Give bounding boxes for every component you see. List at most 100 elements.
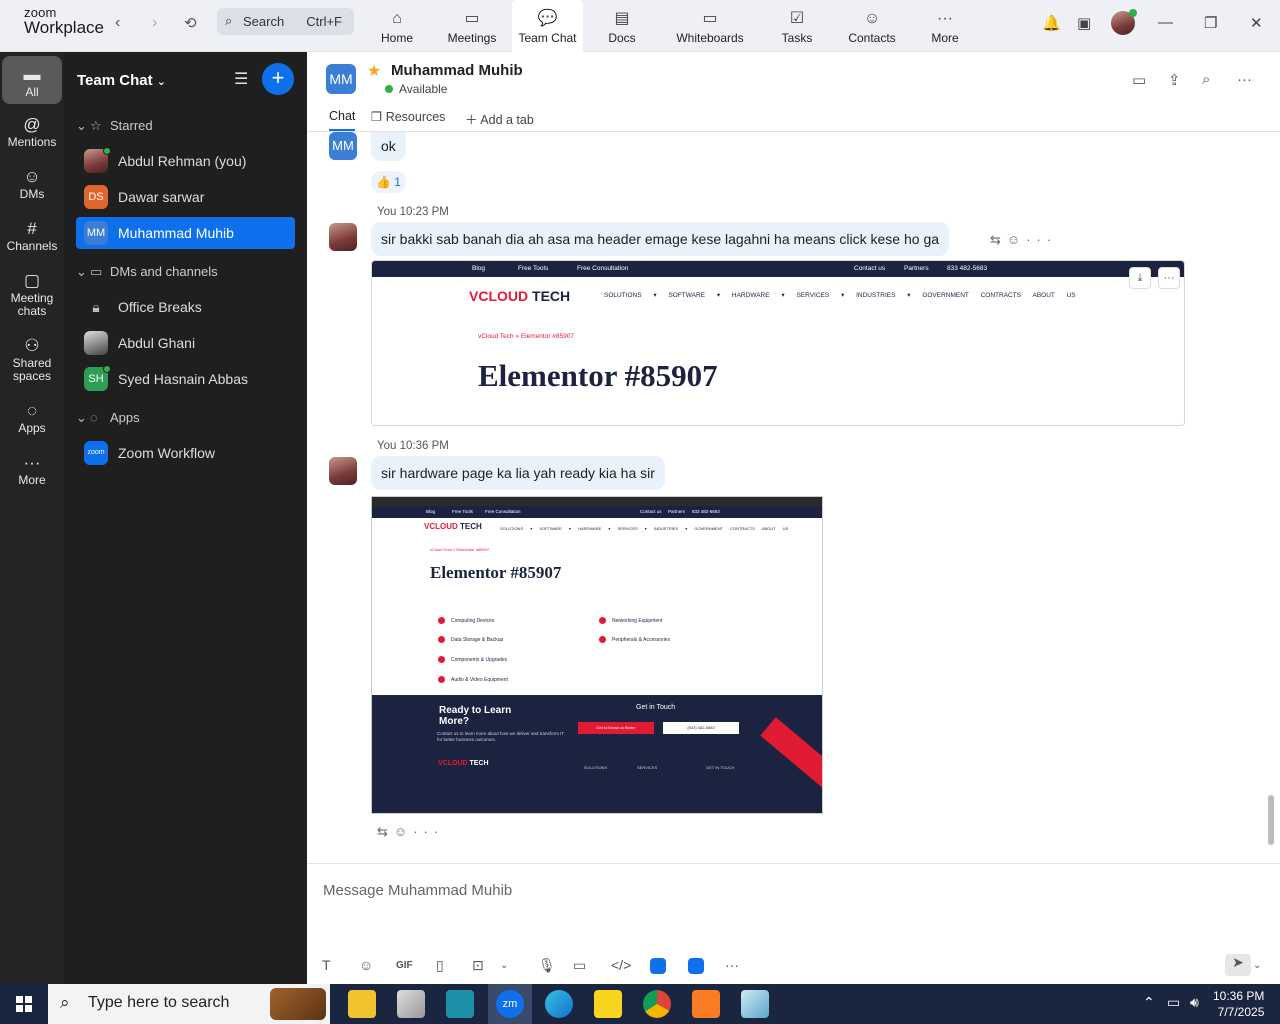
calendar-icon[interactable]: ▣ bbox=[1077, 14, 1091, 32]
rail-meeting-chats[interactable]: ▢ Meeting chats bbox=[2, 270, 62, 318]
message-input[interactable]: Message Muhammad Muhib bbox=[323, 882, 512, 899]
file-explorer-icon[interactable] bbox=[348, 990, 376, 1018]
reply-icon[interactable]: ⇆ bbox=[377, 824, 394, 839]
more-icon[interactable]: ··· bbox=[725, 957, 739, 973]
rail-apps[interactable]: ◌ Apps bbox=[2, 400, 62, 435]
hash-icon: # bbox=[27, 219, 37, 238]
video-message-icon[interactable]: ▭ bbox=[573, 957, 586, 974]
rail-more[interactable]: ··· More bbox=[2, 452, 62, 487]
section-dms-channels[interactable]: ⌄ ▭ DMs and channels bbox=[76, 264, 218, 280]
close-icon[interactable]: ✕ bbox=[1250, 14, 1263, 32]
tab-meetings[interactable]: ▭ Meetings bbox=[440, 0, 504, 52]
message-bubble[interactable]: sir hardware page ka lia yah ready kia h… bbox=[371, 456, 665, 490]
rail-dms[interactable]: ☺ DMs bbox=[2, 166, 62, 201]
tab-add[interactable]: ＋ Add a tab bbox=[465, 109, 534, 128]
system-clock[interactable]: 10:36 PM 7/7/2025 bbox=[1213, 988, 1264, 1020]
sidebar-item-abdul-ghani[interactable]: Abdul Ghani bbox=[76, 327, 295, 359]
app-icon[interactable] bbox=[446, 990, 474, 1018]
reply-icon[interactable]: ⇆ bbox=[990, 232, 1007, 247]
edge-icon[interactable] bbox=[545, 990, 573, 1018]
section-apps[interactable]: ⌄ ◌ Apps bbox=[76, 410, 140, 426]
message-bubble[interactable]: sir bakki sab banah dia ah asa ma header… bbox=[371, 222, 950, 256]
bell-icon[interactable]: 🔔 bbox=[1042, 14, 1061, 32]
rail-shared-spaces[interactable]: ⚇ Shared spaces bbox=[2, 335, 62, 383]
sidebar-item-dawar-sarwar[interactable]: DS Dawar sarwar bbox=[76, 181, 295, 213]
microphone-icon[interactable]: 🎙︎ bbox=[538, 957, 556, 974]
emoji-icon[interactable]: ☺ bbox=[359, 957, 373, 973]
file-icon[interactable]: ▯ bbox=[436, 957, 444, 974]
sidebar-item-abdul-rehman[interactable]: Abdul Rehman (you) bbox=[76, 145, 295, 177]
rail-channels[interactable]: # Channels bbox=[2, 218, 62, 253]
chevron-down-icon[interactable]: ⌄ bbox=[1253, 960, 1261, 971]
more-icon[interactable]: ··· bbox=[1026, 232, 1057, 247]
share-screen-icon[interactable]: ⇪ bbox=[1168, 71, 1181, 89]
send-icon[interactable]: ➤ bbox=[1225, 954, 1251, 976]
sticky-notes-icon[interactable] bbox=[594, 990, 622, 1018]
download-icon[interactable]: ⤓ bbox=[1129, 267, 1151, 289]
app-icon[interactable] bbox=[688, 958, 704, 974]
tab-chat[interactable]: Chat bbox=[329, 109, 356, 131]
sidebar-title[interactable]: Team Chat ⌄ bbox=[77, 72, 166, 89]
more-options-icon[interactable]: ··· bbox=[1237, 71, 1252, 88]
chrome-icon[interactable] bbox=[643, 990, 671, 1018]
vcloud-logo: VCLOUD TECH bbox=[469, 288, 571, 304]
search-icon[interactable]: ⌕ bbox=[1202, 71, 1210, 88]
zoom-taskbar-icon[interactable]: zm bbox=[488, 984, 532, 1024]
star-filled-icon[interactable]: ★ bbox=[367, 61, 381, 81]
rail-all[interactable]: ▬ All bbox=[2, 56, 62, 104]
filter-icon[interactable]: ☰ bbox=[234, 69, 248, 89]
scrollbar[interactable] bbox=[1268, 795, 1274, 845]
docs-icon: ▤ bbox=[614, 10, 630, 27]
reaction-badge[interactable]: 👍 1 bbox=[371, 171, 406, 193]
contact-name[interactable]: Muhammad Muhib bbox=[391, 62, 523, 79]
section-starred[interactable]: ⌄ ☆ Starred bbox=[76, 118, 153, 134]
tab-contacts[interactable]: ☺ Contacts bbox=[845, 0, 899, 52]
tab-docs[interactable]: ▤ Docs bbox=[600, 0, 644, 52]
maximize-icon[interactable]: ❐ bbox=[1204, 14, 1217, 32]
code-icon[interactable]: </> bbox=[611, 957, 631, 973]
tab-home[interactable]: ⌂ Home bbox=[370, 0, 424, 52]
chevron-down-icon[interactable]: ⌄ bbox=[500, 960, 508, 971]
taskbar-search[interactable]: ⌕ Type here to search bbox=[48, 984, 330, 1024]
chat-icon: 💬 bbox=[537, 10, 558, 27]
message-composer[interactable]: Message Muhammad Muhib T ☺ GIF ▯ ⊡ ⌄ 🎙︎ … bbox=[307, 863, 1280, 984]
tab-more[interactable]: ··· More bbox=[926, 0, 964, 52]
app-icon[interactable] bbox=[650, 958, 666, 974]
text-format-icon[interactable]: T bbox=[322, 957, 331, 973]
sidebar-item-office-breaks[interactable]: 🔒︎ Office Breaks bbox=[76, 291, 295, 323]
home-icon: ⌂ bbox=[392, 10, 402, 27]
sidebar-item-muhammad-muhib[interactable]: MM Muhammad Muhib bbox=[76, 217, 295, 249]
video-call-icon[interactable]: ▭ bbox=[1132, 71, 1146, 89]
attached-screenshot[interactable]: Blog Free Tools Free Consultation Contac… bbox=[371, 496, 823, 814]
attached-screenshot[interactable]: Blog Free Tools Free Consultation Contac… bbox=[371, 260, 1185, 426]
xampp-icon[interactable] bbox=[692, 990, 720, 1018]
presence-dot bbox=[103, 365, 111, 373]
message-bubble[interactable]: ok bbox=[371, 132, 406, 161]
emoji-icon[interactable]: ☺ bbox=[394, 824, 413, 839]
tab-whiteboards[interactable]: ▭ Whiteboards bbox=[672, 0, 748, 52]
more-icon[interactable]: ··· bbox=[413, 824, 444, 839]
rail-mentions[interactable]: @ Mentions bbox=[2, 114, 62, 149]
windows-start-icon[interactable] bbox=[16, 996, 32, 1012]
tray-chevron-icon[interactable]: ⌃ bbox=[1143, 994, 1155, 1011]
search-box[interactable]: ⌕ Search Ctrl+F bbox=[217, 8, 354, 35]
more-options-icon[interactable]: ··· bbox=[1158, 267, 1180, 289]
network-icon[interactable]: ▭ bbox=[1167, 994, 1180, 1011]
screenshot-icon[interactable]: ⊡ bbox=[472, 957, 484, 974]
gif-icon[interactable]: GIF bbox=[396, 960, 413, 971]
sidebar-item-zoom-workflow[interactable]: zoom Zoom Workflow bbox=[76, 437, 295, 469]
tab-tasks[interactable]: ☑ Tasks bbox=[776, 0, 818, 52]
history-icon[interactable]: ⟲ bbox=[184, 14, 197, 32]
volume-icon[interactable]: 🔊︎ bbox=[1190, 994, 1199, 1011]
minimize-icon[interactable]: — bbox=[1158, 14, 1173, 31]
app-icon[interactable] bbox=[397, 990, 425, 1018]
contact-avatar[interactable]: MM bbox=[326, 64, 356, 94]
app-icon[interactable] bbox=[741, 990, 769, 1018]
forward-arrow-icon[interactable]: › bbox=[152, 14, 157, 32]
tab-resources[interactable]: ❐ Resources bbox=[371, 109, 445, 124]
back-arrow-icon[interactable]: ‹ bbox=[115, 14, 120, 32]
sidebar-item-syed-hasnain-abbas[interactable]: SH Syed Hasnain Abbas bbox=[76, 363, 295, 395]
new-chat-button[interactable]: + bbox=[262, 63, 294, 95]
emoji-icon[interactable]: ☺ bbox=[1007, 232, 1026, 247]
tab-team-chat[interactable]: 💬 Team Chat bbox=[512, 0, 583, 52]
